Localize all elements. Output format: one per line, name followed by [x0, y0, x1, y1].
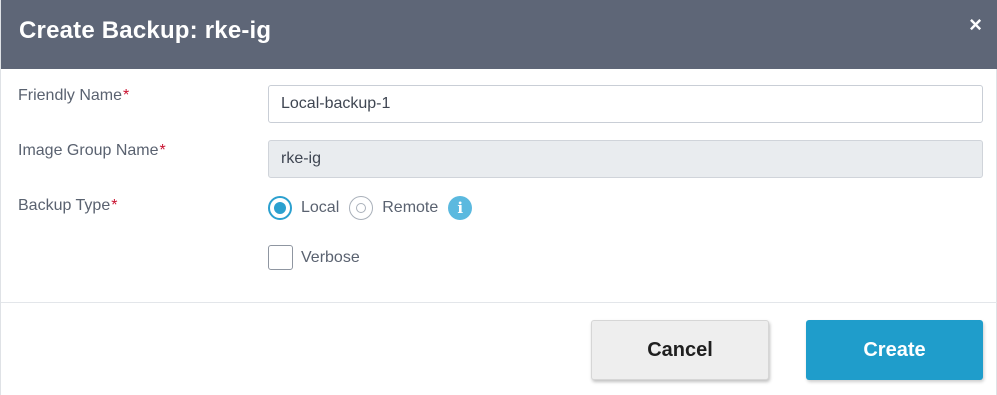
friendly-name-label-text: Friendly Name [18, 87, 123, 104]
verbose-checkbox[interactable] [268, 245, 293, 270]
footer-divider [1, 302, 997, 303]
image-group-name-label-text: Image Group Name [18, 142, 159, 159]
backup-type-local-radio[interactable] [268, 196, 292, 220]
friendly-name-input[interactable] [268, 85, 983, 123]
backup-type-label: Backup Type* [18, 197, 117, 215]
cancel-button[interactable]: Cancel [591, 320, 769, 380]
backup-type-label-text: Backup Type [18, 197, 111, 214]
backup-type-radio-group: Local Remote i [268, 194, 473, 222]
create-button[interactable]: Create [806, 320, 983, 380]
verbose-row: Verbose [268, 245, 360, 270]
backup-type-local-label[interactable]: Local [301, 199, 339, 217]
verbose-label[interactable]: Verbose [301, 249, 360, 267]
friendly-name-label: Friendly Name* [18, 87, 129, 105]
create-backup-dialog: Create Backup: rke-ig × Friendly Name* I… [0, 0, 997, 395]
backup-type-remote-radio[interactable] [349, 196, 374, 220]
required-mark: * [159, 142, 166, 159]
radio-empty-ring [356, 203, 367, 213]
close-icon[interactable]: × [969, 14, 982, 36]
required-mark: * [123, 87, 130, 104]
radio-selected-dot [274, 202, 286, 214]
image-group-name-label: Image Group Name* [18, 142, 166, 160]
backup-type-remote-label[interactable]: Remote [382, 199, 438, 217]
info-icon[interactable]: i [448, 196, 473, 220]
required-mark: * [111, 197, 118, 214]
dialog-title: Create Backup: rke-ig [19, 17, 272, 44]
image-group-name-input [268, 140, 983, 178]
dialog-header: Create Backup: rke-ig × [1, 0, 997, 69]
